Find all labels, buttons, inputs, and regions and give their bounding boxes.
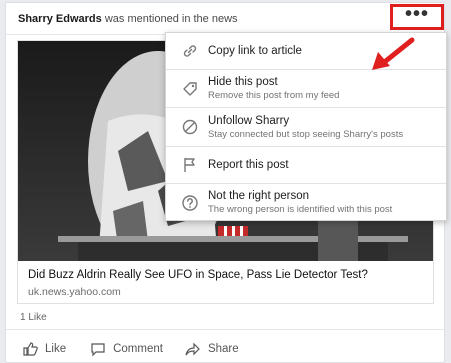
tag-icon	[183, 81, 197, 96]
post-header: Sharry Edwards was mentioned in the news	[18, 13, 238, 25]
menu-item-label: Hide this post	[208, 76, 278, 88]
block-icon	[182, 119, 198, 135]
menu-item-unfollow[interactable]: Unfollow Sharry Stay connected but stop …	[166, 108, 446, 146]
link-icon	[183, 45, 197, 57]
author-name[interactable]: Sharry Edwards	[18, 13, 102, 25]
menu-item-label: Unfollow Sharry	[208, 114, 290, 127]
annotation-arrow-icon	[372, 37, 415, 70]
article-title[interactable]: Did Buzz Aldrin Really See UFO in Space,…	[28, 269, 423, 281]
article-info[interactable]: Did Buzz Aldrin Really See UFO in Space,…	[18, 261, 433, 303]
menu-item-description: The wrong person is identified with this…	[208, 204, 393, 215]
like-button[interactable]: Like	[22, 341, 66, 357]
menu-item-label: Report this post	[208, 159, 289, 171]
thumbs-up-icon	[23, 341, 38, 356]
post-actions: Like Comment Share	[6, 333, 444, 363]
article-source: uk.news.yahoo.com	[28, 286, 121, 298]
comment-icon	[91, 342, 105, 356]
share-arrow-icon	[185, 342, 200, 355]
question-icon	[182, 194, 198, 211]
comment-button[interactable]: Comment	[90, 341, 163, 357]
share-button[interactable]: Share	[185, 341, 239, 357]
actions-divider	[6, 329, 444, 330]
like-label: Like	[45, 342, 67, 355]
menu-item-report[interactable]: Report this post	[166, 147, 446, 183]
menu-item-label: Not the right person	[208, 190, 310, 202]
menu-item-hide-post[interactable]: Hide this post Remove this post from my …	[166, 70, 446, 107]
menu-item-not-right-person[interactable]: Not the right person The wrong person is…	[166, 184, 446, 221]
share-label: Share	[207, 342, 239, 355]
more-options-button[interactable]: •••	[390, 4, 444, 30]
menu-item-label: Copy link to article	[208, 45, 302, 57]
comment-label: Comment	[113, 342, 163, 355]
menu-item-description: Stay connected but stop seeing Sharry's …	[208, 128, 404, 140]
ellipsis-icon: •••	[404, 3, 429, 25]
like-count[interactable]: 1 Like	[20, 312, 47, 323]
menu-item-description: Remove this post from my feed	[208, 90, 340, 101]
post-context: was mentioned in the news	[104, 13, 238, 25]
flag-icon	[184, 158, 195, 172]
